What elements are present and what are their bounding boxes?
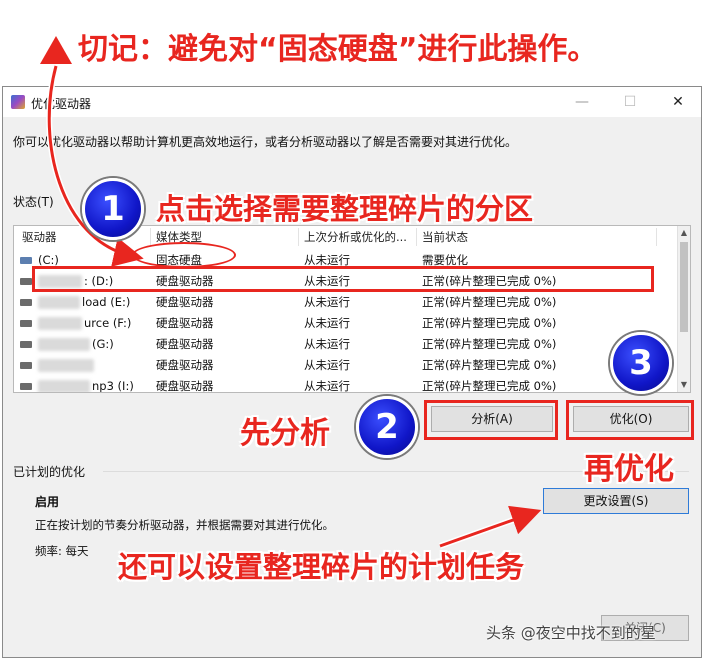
ssd-highlight-oval bbox=[132, 242, 236, 268]
analyze-highlight-box bbox=[424, 400, 558, 440]
step-1-badge: 1 bbox=[82, 178, 144, 240]
drive-d-highlight-box bbox=[32, 266, 654, 292]
step-3-note: 再优化 bbox=[584, 452, 674, 487]
watermark: 头条 @夜空中找不到的星 bbox=[486, 624, 656, 642]
step-2-note: 先分析 bbox=[240, 416, 330, 451]
step-3-badge: 3 bbox=[610, 332, 672, 394]
schedule-note: 还可以设置整理碎片的计划任务 bbox=[118, 550, 525, 584]
step-1-note: 点击选择需要整理碎片的分区 bbox=[156, 192, 534, 226]
optimize-highlight-box bbox=[566, 400, 694, 440]
step-2-badge: 2 bbox=[356, 396, 418, 458]
